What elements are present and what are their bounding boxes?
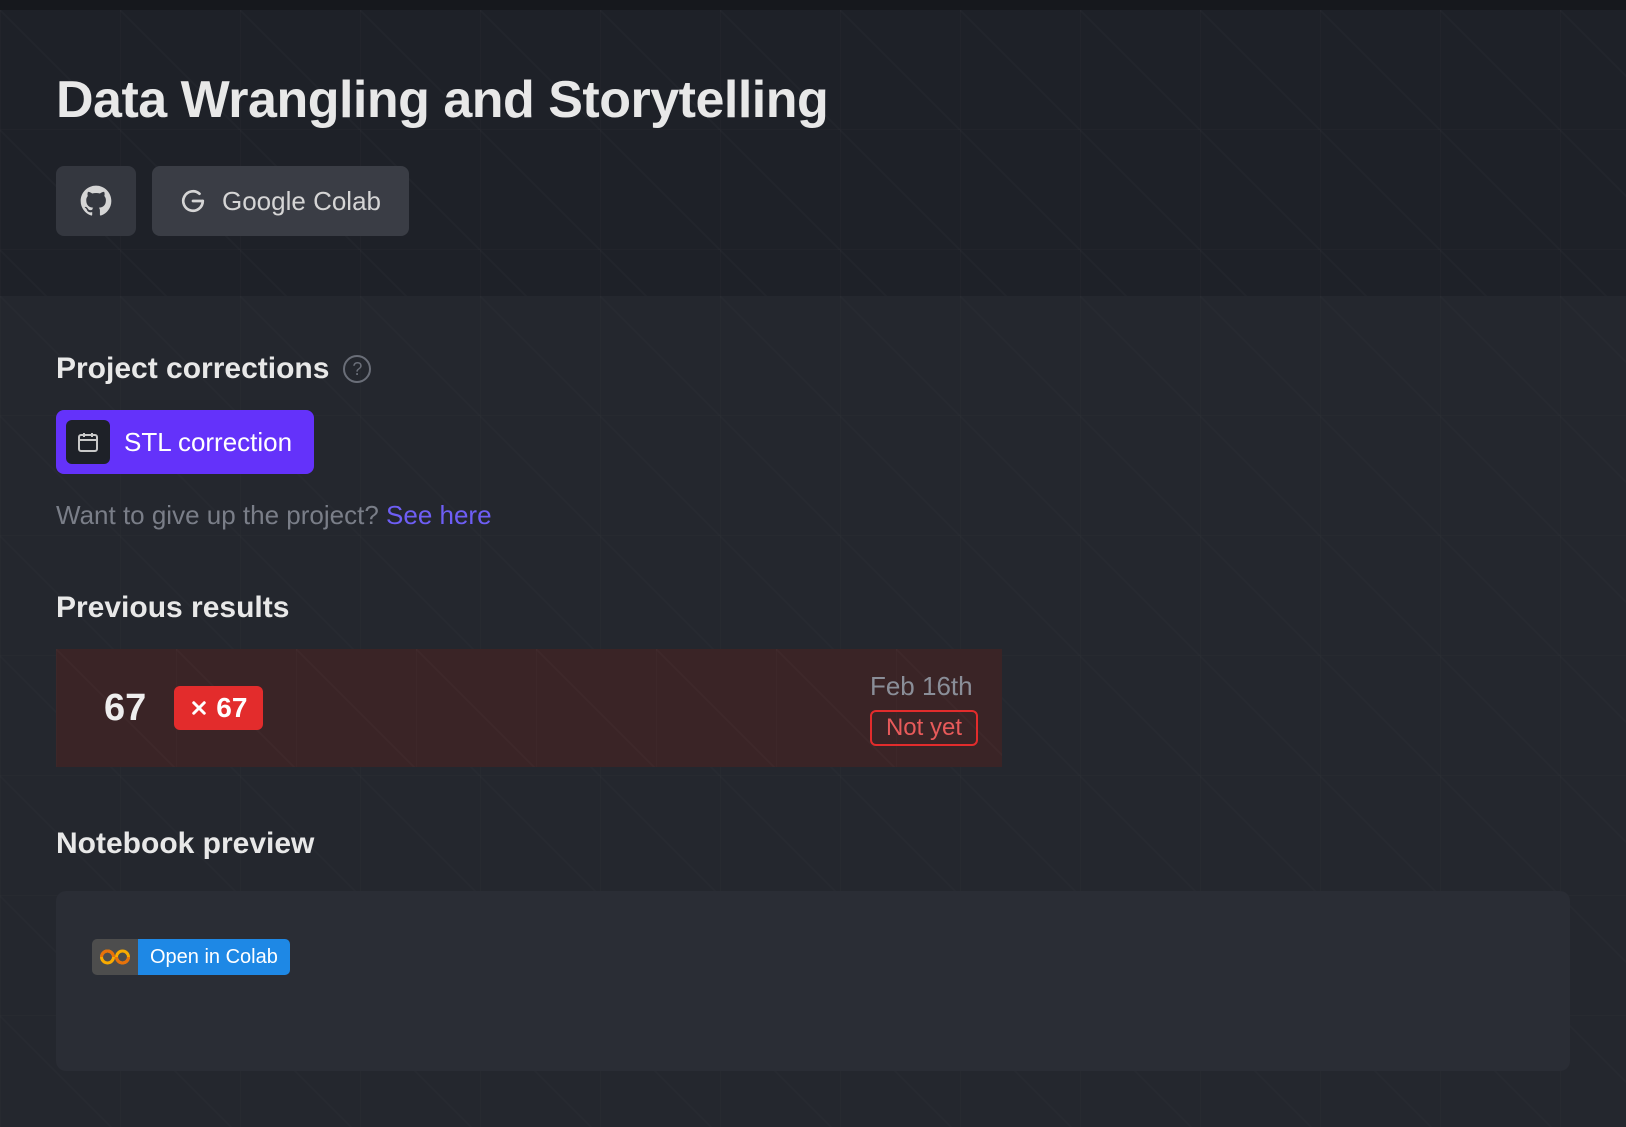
google-icon [180,188,206,214]
project-corrections-title: Project corrections [56,352,329,386]
github-icon [80,185,112,217]
close-icon [190,699,208,717]
result-date: Feb 16th [870,671,978,702]
stl-correction-label: STL correction [124,427,292,458]
section-title-row: Project corrections ? [56,352,1570,386]
project-corrections-section: Project corrections ? STL correction Wan… [56,352,1570,531]
notebook-preview-section: Notebook preview Open in Colab [56,827,1570,1071]
google-colab-button[interactable]: Google Colab [152,166,409,236]
colab-logo-icon [92,939,138,975]
notebook-preview-title: Notebook preview [56,827,1570,861]
open-in-colab-badge[interactable]: Open in Colab [92,939,290,975]
github-button[interactable] [56,166,136,236]
window-top-bar [0,0,1626,10]
header: Data Wrangling and Storytelling Google C… [0,10,1626,296]
result-meta: Feb 16th Not yet [870,671,978,746]
notebook-preview-panel: Open in Colab [56,891,1570,1071]
result-row[interactable]: 67 67 Feb 16th Not yet [56,649,1002,767]
stl-correction-button[interactable]: STL correction [56,410,314,474]
help-icon[interactable]: ? [343,355,371,383]
giveup-text: Want to give up the project? [56,500,386,530]
giveup-link[interactable]: See here [386,500,492,530]
previous-results-title: Previous results [56,591,1570,625]
header-buttons: Google Colab [56,166,1570,236]
giveup-row: Want to give up the project? See here [56,500,1570,531]
result-status-badge: Not yet [870,710,978,746]
badge-score-value: 67 [216,692,247,724]
calendar-icon [66,420,110,464]
google-colab-label: Google Colab [222,186,381,217]
previous-results-section: Previous results 67 67 Feb 16th Not yet [56,591,1570,767]
open-in-colab-label: Open in Colab [138,939,290,975]
page-title: Data Wrangling and Storytelling [56,70,1570,130]
content: Project corrections ? STL correction Wan… [0,296,1626,1127]
result-score: 67 [104,687,146,730]
result-score-badge: 67 [174,686,263,730]
